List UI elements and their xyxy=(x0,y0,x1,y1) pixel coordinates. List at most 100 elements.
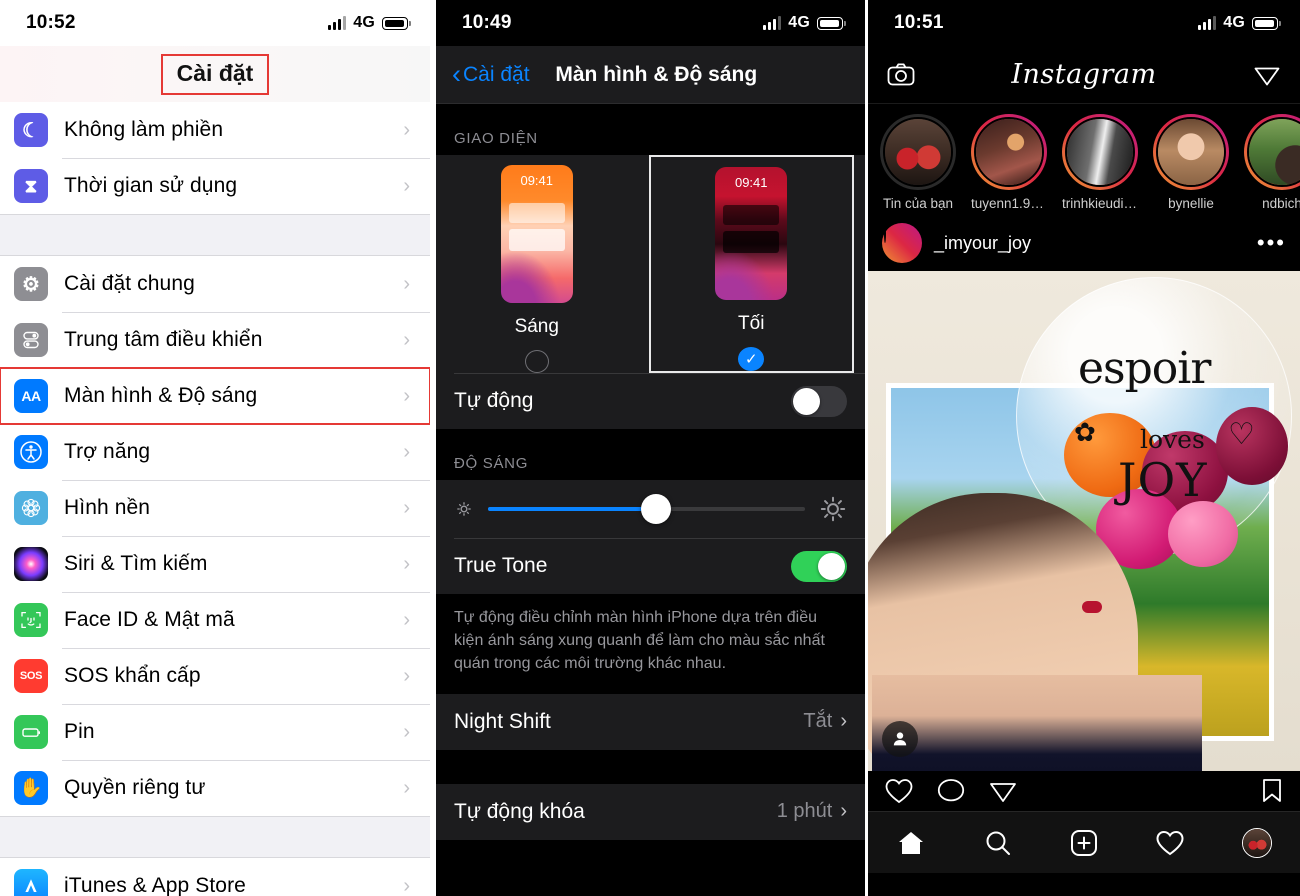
comment-button[interactable] xyxy=(936,777,966,805)
home-tab[interactable] xyxy=(896,828,926,858)
post-more-options-icon[interactable]: ••• xyxy=(1257,230,1286,256)
status-time: 10:51 xyxy=(894,12,944,33)
story-item-4[interactable]: ndbich xyxy=(1244,114,1300,211)
status-indicators: 4G xyxy=(328,14,411,32)
create-tab[interactable] xyxy=(1069,828,1099,858)
status-indicators: 4G xyxy=(1198,14,1281,32)
appearance-section-header: GIAO DIỆN xyxy=(436,104,865,155)
story-item-1[interactable]: tuyenn1.9.7.6 xyxy=(971,114,1047,211)
sidebar-item-battery[interactable]: Pin › xyxy=(0,704,430,760)
true-tone-row[interactable]: True Tone xyxy=(436,538,865,594)
search-tab[interactable] xyxy=(983,828,1013,858)
post-username[interactable]: _imyour_joy xyxy=(934,233,1245,254)
battery-icon xyxy=(382,16,411,30)
sidebar-item-accessibility[interactable]: Trợ năng › xyxy=(0,424,430,480)
signal-bars-icon xyxy=(763,16,782,30)
auto-appearance-toggle[interactable] xyxy=(791,385,847,417)
brightness-slider-row[interactable] xyxy=(436,480,865,538)
tagged-people-button[interactable] xyxy=(882,721,918,757)
save-button[interactable] xyxy=(1260,777,1284,805)
phone-panel-settings: 10:52 4G Cài đặt ☾ Không làm phiền › ⧗ T… xyxy=(0,0,430,896)
brightness-track[interactable] xyxy=(488,494,805,524)
accessibility-icon xyxy=(14,435,48,469)
radio-unselected[interactable] xyxy=(524,350,549,373)
story-username: tuyenn1.9.7.6 xyxy=(971,196,1047,211)
navigation-bar: ‹ Cài đặt Màn hình & Độ sáng xyxy=(436,46,865,104)
like-button[interactable] xyxy=(884,777,914,805)
auto-lock-row[interactable]: Tự động khóa 1 phút › xyxy=(436,783,865,840)
page-title: Cài đặt xyxy=(176,59,254,86)
status-indicators: 4G xyxy=(763,14,846,32)
network-type: 4G xyxy=(1223,14,1245,31)
brightness-high-icon xyxy=(819,495,847,523)
activity-tab[interactable] xyxy=(1155,828,1185,858)
row-label: SOS khẩn cấp xyxy=(64,664,201,687)
night-shift-row[interactable]: Night Shift Tắt › xyxy=(436,693,865,750)
post-avatar[interactable] xyxy=(882,223,922,263)
chevron-right-icon: › xyxy=(403,720,410,743)
night-shift-value-group: Tắt › xyxy=(803,710,847,733)
moon-icon: ☾ xyxy=(14,113,48,147)
sidebar-item-display-brightness[interactable]: AA Màn hình & Độ sáng › xyxy=(0,367,430,425)
brightness-knob xyxy=(641,494,671,524)
row-label: Hình nền xyxy=(64,496,151,519)
back-button[interactable]: ‹ Cài đặt xyxy=(452,61,530,88)
status-bar-settings: 10:52 4G xyxy=(0,0,430,46)
chevron-left-icon: ‹ xyxy=(452,59,461,89)
appearance-option-dark[interactable]: 09:41 Tối ✓ xyxy=(648,155,854,373)
battery-icon xyxy=(1252,16,1281,30)
chevron-right-icon: › xyxy=(403,664,410,687)
story-username: trinhkieudie... xyxy=(1062,196,1138,211)
sidebar-item-face-id-passcode[interactable]: Face ID & Mật mã › xyxy=(0,592,430,648)
story-item-2[interactable]: trinhkieudie... xyxy=(1062,114,1138,211)
row-label: Không làm phiền xyxy=(64,118,224,141)
radio-selected[interactable]: ✓ xyxy=(738,347,765,371)
camera-icon[interactable] xyxy=(886,60,916,90)
siri-icon xyxy=(14,547,48,581)
appearance-option-light[interactable]: 09:41 Sáng xyxy=(436,165,638,373)
direct-message-icon[interactable] xyxy=(1252,60,1282,90)
row-label: Face ID & Mật mã xyxy=(64,608,235,631)
story-avatar xyxy=(1156,117,1226,187)
heart-icon xyxy=(885,779,913,804)
model-body xyxy=(872,675,1202,771)
chevron-right-icon: › xyxy=(403,776,410,799)
small-sun-glyph xyxy=(457,502,471,516)
chevron-right-icon: › xyxy=(403,328,410,351)
three-phone-screenshots: 10:52 4G Cài đặt ☾ Không làm phiền › ⧗ T… xyxy=(0,0,1300,896)
sos-icon: SOS xyxy=(14,659,48,693)
preview-clock: 09:41 xyxy=(734,175,768,190)
post-photo[interactable]: espoir ✿ loves ♡ JOY xyxy=(868,271,1300,771)
story-ring xyxy=(971,114,1047,190)
sidebar-item-itunes-app-store[interactable]: iTunes & App Store › xyxy=(0,858,430,896)
story-item-your-story[interactable]: Tin của bạn xyxy=(880,114,956,211)
share-button[interactable] xyxy=(988,777,1018,805)
sidebar-item-privacy[interactable]: ✋ Quyền riêng tư › xyxy=(0,760,430,816)
settings-group-3: iTunes & App Store › xyxy=(0,858,430,896)
comment-icon xyxy=(937,779,965,802)
sidebar-item-do-not-disturb[interactable]: ☾ Không làm phiền › xyxy=(0,102,430,158)
row-label: Night Shift xyxy=(454,709,551,733)
stories-tray[interactable]: Tin của bạn tuyenn1.9.7.6 trinhkieudie..… xyxy=(868,104,1300,215)
phone-panel-display-brightness: 10:49 4G ‹ Cài đặt Màn hình & Độ sáng GI… xyxy=(436,0,865,896)
sidebar-item-wallpaper[interactable]: Hình nền › xyxy=(0,480,430,536)
story-ring-none xyxy=(880,114,956,190)
home-icon xyxy=(899,831,924,854)
sidebar-item-control-center[interactable]: Trung tâm điều khiển › xyxy=(0,312,430,368)
row-label: iTunes & App Store xyxy=(64,874,246,896)
story-item-3[interactable]: bynellie xyxy=(1153,114,1229,211)
auto-appearance-row[interactable]: Tự động xyxy=(436,373,865,429)
true-tone-toggle[interactable] xyxy=(791,550,847,582)
phone-panel-instagram: 10:51 4G Instagram Tin của bạn tuyenn1.9… xyxy=(868,0,1300,896)
appearance-option-label: Tối xyxy=(738,313,765,335)
sidebar-item-general[interactable]: ⚙ Cài đặt chung › xyxy=(0,256,430,312)
chevron-right-icon: › xyxy=(403,384,410,407)
chevron-right-icon: › xyxy=(403,496,410,519)
story-avatar xyxy=(883,117,953,187)
sidebar-item-siri-search[interactable]: Siri & Tìm kiếm › xyxy=(0,536,430,592)
row-label: Siri & Tìm kiếm xyxy=(64,552,208,575)
sidebar-item-screen-time[interactable]: ⧗ Thời gian sử dụng › xyxy=(0,158,430,214)
profile-tab[interactable] xyxy=(1241,827,1272,858)
flower-glyph-icon: ✿ xyxy=(1074,417,1096,447)
sidebar-item-emergency-sos[interactable]: SOS SOS khẩn cấp › xyxy=(0,648,430,704)
